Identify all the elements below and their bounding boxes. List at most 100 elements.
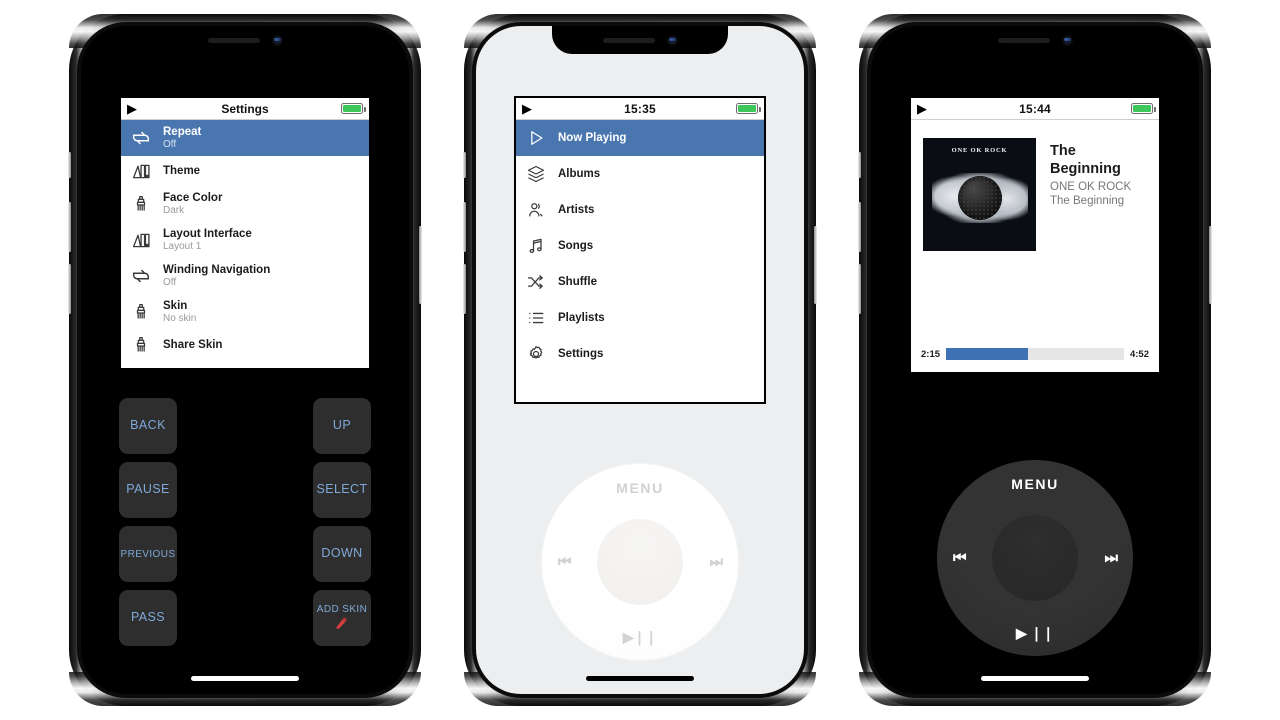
menu-button[interactable]: MENU [616,480,664,496]
control-keypad: BACK UP PAUSE SELECT PREVIOUS DOWN PASS [119,398,371,654]
track-metadata: The Beginning ONE OK ROCK The Beginning [1050,138,1147,251]
settings-row-theme[interactable]: Theme [121,156,369,186]
settings-row-label: Skin [163,299,188,312]
menu-item-text: Artists [558,204,594,217]
menu-item-text: Settings [558,348,603,361]
volume-up-button-3[interactable] [858,202,861,252]
gear-icon [524,342,548,366]
menu-item-now-playing[interactable]: Now Playing [516,120,764,156]
progress-bar[interactable] [946,348,1124,360]
phone-screen-3: ▶ 15:44 ONE OK ROCK The Beginning ONE OK [871,26,1199,694]
phone-device-2: ▶ 15:35 Now Playing Albums Artists Songs… [463,14,817,706]
volume-down-button-3[interactable] [858,264,861,314]
settings-row-text: Share Skin [163,339,222,352]
menu-item-label: Artists [558,203,595,216]
battery-icon [341,103,366,114]
power-button-1[interactable] [419,226,422,304]
settings-row-label: Share Skin [163,338,223,351]
repeat-icon [129,126,153,150]
total-duration: 4:52 [1129,348,1149,360]
settings-row-text: Winding Navigation Off [163,264,270,288]
front-camera-icon [271,34,283,46]
click-wheel-dark[interactable]: MENU ⏮ ⏭ ▶ ❘❘ [937,460,1133,656]
settings-row-value: Dark [163,204,185,216]
mute-switch-2[interactable] [463,152,466,178]
phone-body-1: ▶ Settings Repeat Off Theme Face Color D… [77,22,413,698]
volume-up-button-1[interactable] [68,202,71,252]
settings-row-face-color[interactable]: Face Color Dark [121,186,369,222]
palette-icon [129,159,153,183]
play-triangle-icon [524,126,548,150]
power-button-3[interactable] [1209,226,1212,304]
settings-row-skin[interactable]: Skin No skin [121,294,369,330]
playlist-icon [524,306,548,330]
settings-row-share-skin[interactable]: Share Skin [121,330,369,360]
click-wheel-light[interactable]: MENU ⏮ ⏭ ▶❘❘ [542,464,738,660]
settings-row-label: Repeat [163,125,202,138]
previous-track-button[interactable]: ⏮ [558,554,571,571]
albums-stack-icon [524,162,548,186]
menu-item-settings[interactable]: Settings [516,336,764,372]
settings-row-text: Layout Interface Layout 1 [163,228,252,252]
up-button[interactable]: UP [313,398,371,454]
add-skin-button[interactable]: ADD SKIN [313,590,371,646]
mute-switch-3[interactable] [858,152,861,178]
menu-item-songs[interactable]: Songs [516,228,764,264]
settings-row-value: No skin [163,312,197,324]
home-indicator-2[interactable] [586,676,694,681]
play-pause-button[interactable]: ▶ ❘❘ [1016,625,1054,642]
volume-down-button-1[interactable] [68,264,71,314]
down-button[interactable]: DOWN [313,526,371,582]
page-title: Settings [221,101,269,116]
next-track-button[interactable]: ⏭ [709,554,722,571]
keypad-row: PASS ADD SKIN [119,590,371,646]
menu-item-artists[interactable]: Artists [516,192,764,228]
music-note-icon [524,234,548,258]
volume-down-button-2[interactable] [463,264,466,314]
shuffle-icon [524,270,548,294]
settings-row-label: Face Color [163,191,223,204]
menu-button[interactable]: MENU [1011,476,1059,492]
menu-item-shuffle[interactable]: Shuffle [516,264,764,300]
next-track-button[interactable]: ⏭ [1104,550,1117,567]
menu-item-text: Shuffle [558,276,597,289]
menu-item-label: Shuffle [558,275,597,288]
settings-row-winding-navigation[interactable]: Winding Navigation Off [121,258,369,294]
home-indicator-3[interactable] [981,676,1089,681]
phone-screen-1: ▶ Settings Repeat Off Theme Face Color D… [81,26,409,694]
home-indicator-1[interactable] [191,676,299,681]
menu-item-text: Playlists [558,312,605,325]
notch-2 [552,26,728,54]
menu-item-label: Now Playing [558,131,627,144]
keypad-row: BACK UP [119,398,371,454]
menu-item-albums[interactable]: Albums [516,156,764,192]
phone-device-1: ▶ Settings Repeat Off Theme Face Color D… [68,14,422,706]
volume-up-button-2[interactable] [463,202,466,252]
select-button[interactable]: SELECT [313,462,371,518]
pass-button[interactable]: PASS [119,590,177,646]
settings-row-text: Theme [163,165,200,178]
back-button[interactable]: BACK [119,398,177,454]
phone-body-3: ▶ 15:44 ONE OK ROCK The Beginning ONE OK [867,22,1203,698]
menu-item-text: Albums [558,168,600,181]
battery-icon [736,103,761,114]
settings-row-layout-interface[interactable]: Layout Interface Layout 1 [121,222,369,258]
settings-row-text: Skin No skin [163,300,196,324]
pause-button[interactable]: PAUSE [119,462,177,518]
settings-row-repeat[interactable]: Repeat Off [121,120,369,156]
playback-progress: 2:15 4:52 [921,348,1149,360]
mute-switch-1[interactable] [68,152,71,178]
play-pause-button[interactable]: ▶❘❘ [623,629,657,646]
menu-item-label: Songs [558,239,594,252]
previous-button[interactable]: PREVIOUS [119,526,177,582]
menu-item-playlists[interactable]: Playlists [516,300,764,336]
now-playing-body: ONE OK ROCK The Beginning ONE OK ROCK Th… [911,120,1159,251]
previous-track-button[interactable]: ⏮ [953,550,966,567]
brush-icon [129,333,153,357]
select-center-button[interactable] [597,519,683,605]
keypad-row: PREVIOUS DOWN [119,526,371,582]
track-album: The Beginning [1050,195,1125,208]
settings-row-value: Layout 1 [163,240,202,252]
power-button-2[interactable] [814,226,817,304]
select-center-button[interactable] [992,515,1078,601]
